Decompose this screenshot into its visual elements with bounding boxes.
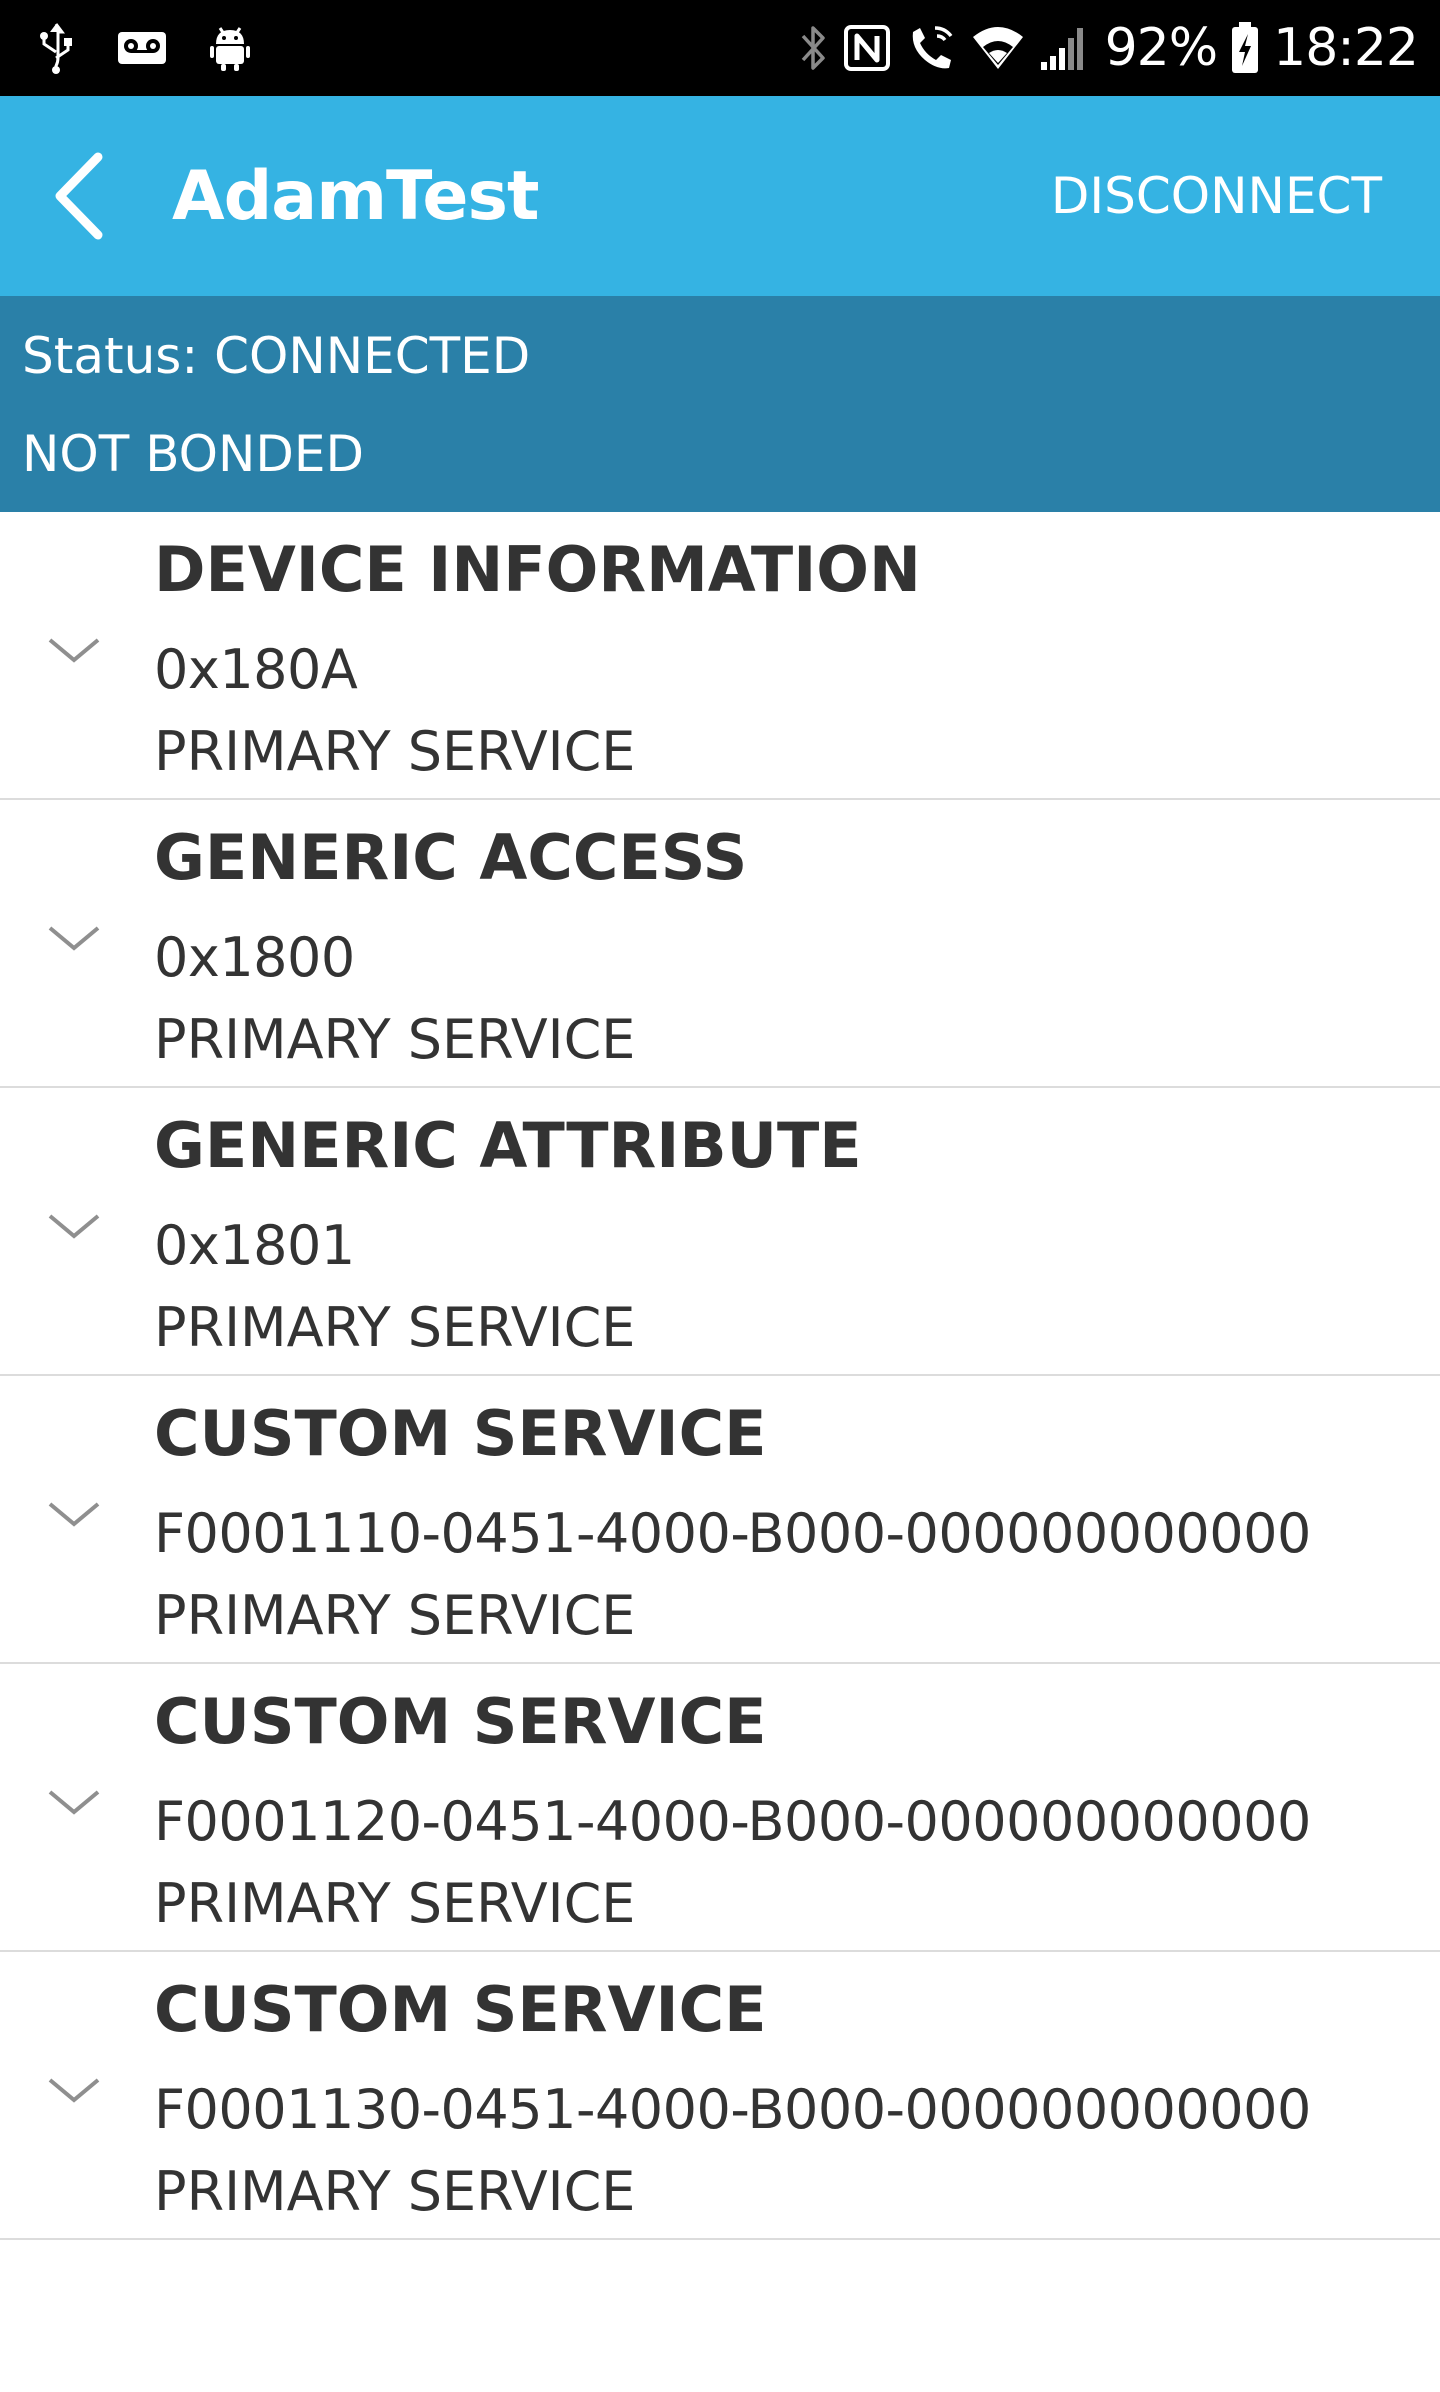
bond-status: NOT BONDED: [22, 425, 364, 483]
service-uuid: 0x1801: [154, 1214, 355, 1277]
signal-icon: [1039, 24, 1091, 72]
nfc-icon: [843, 24, 891, 72]
service-uuid: 0x1800: [154, 926, 355, 989]
service-name: GENERIC ATTRIBUTE: [154, 1109, 862, 1182]
service-item-custom-1110[interactable]: CUSTOM SERVICE F0001110-0451-4000-B000-0…: [0, 1376, 1440, 1664]
service-type: PRIMARY SERVICE: [154, 720, 636, 783]
clock: 18:22: [1273, 18, 1419, 78]
service-uuid: 0x180A: [154, 638, 358, 701]
service-name: DEVICE INFORMATION: [154, 533, 921, 606]
chevron-left-icon: [55, 152, 103, 240]
chevron-down-icon: [48, 1214, 100, 1239]
status-bar-notifications: [36, 22, 252, 74]
page-title: AdamTest: [172, 157, 539, 236]
back-button[interactable]: [30, 146, 130, 246]
status-bar: 92% 18:22: [0, 0, 1440, 96]
service-uuid: F0001110-0451-4000-B000-000000000000: [154, 1502, 1311, 1565]
chevron-down-icon: [48, 1790, 100, 1815]
service-item-custom-1120[interactable]: CUSTOM SERVICE F0001120-0451-4000-B000-0…: [0, 1664, 1440, 1952]
service-type: PRIMARY SERVICE: [154, 1872, 636, 1935]
service-type: PRIMARY SERVICE: [154, 2160, 636, 2223]
service-name: CUSTOM SERVICE: [154, 1685, 767, 1758]
chevron-down-icon: [48, 926, 100, 951]
service-uuid: F0001120-0451-4000-B000-000000000000: [154, 1790, 1311, 1853]
usb-icon: [36, 22, 76, 74]
service-name: CUSTOM SERVICE: [154, 1397, 767, 1470]
connection-status-panel: Status: CONNECTED NOT BONDED: [0, 296, 1440, 512]
wifi-calling-icon: [905, 22, 957, 74]
chevron-down-icon: [48, 1502, 100, 1527]
service-name: CUSTOM SERVICE: [154, 1973, 767, 2046]
app-bar: AdamTest DISCONNECT: [0, 96, 1440, 296]
chevron-down-icon: [48, 2078, 100, 2103]
wifi-icon: [971, 25, 1025, 71]
android-debug-icon: [208, 24, 252, 72]
service-list: DEVICE INFORMATION 0x180A PRIMARY SERVIC…: [0, 512, 1440, 2240]
service-item-custom-1130[interactable]: CUSTOM SERVICE F0001130-0451-4000-B000-0…: [0, 1952, 1440, 2240]
service-name: GENERIC ACCESS: [154, 821, 748, 894]
service-type: PRIMARY SERVICE: [154, 1296, 636, 1359]
service-item-generic-attribute[interactable]: GENERIC ATTRIBUTE 0x1801 PRIMARY SERVICE: [0, 1088, 1440, 1376]
service-type: PRIMARY SERVICE: [154, 1584, 636, 1647]
battery-percent: 92%: [1104, 18, 1219, 78]
disconnect-button[interactable]: DISCONNECT: [1051, 156, 1382, 236]
status-bar-system: 92% 18:22: [799, 16, 1419, 80]
voicemail-icon: [116, 28, 168, 68]
chevron-down-icon: [48, 638, 100, 663]
service-item-device-information[interactable]: DEVICE INFORMATION 0x180A PRIMARY SERVIC…: [0, 512, 1440, 800]
bluetooth-icon: [799, 22, 829, 74]
battery-charging-icon: [1231, 22, 1259, 74]
connection-status: Status: CONNECTED: [22, 327, 531, 385]
service-type: PRIMARY SERVICE: [154, 1008, 636, 1071]
service-item-generic-access[interactable]: GENERIC ACCESS 0x1800 PRIMARY SERVICE: [0, 800, 1440, 1088]
service-uuid: F0001130-0451-4000-B000-000000000000: [154, 2078, 1311, 2141]
